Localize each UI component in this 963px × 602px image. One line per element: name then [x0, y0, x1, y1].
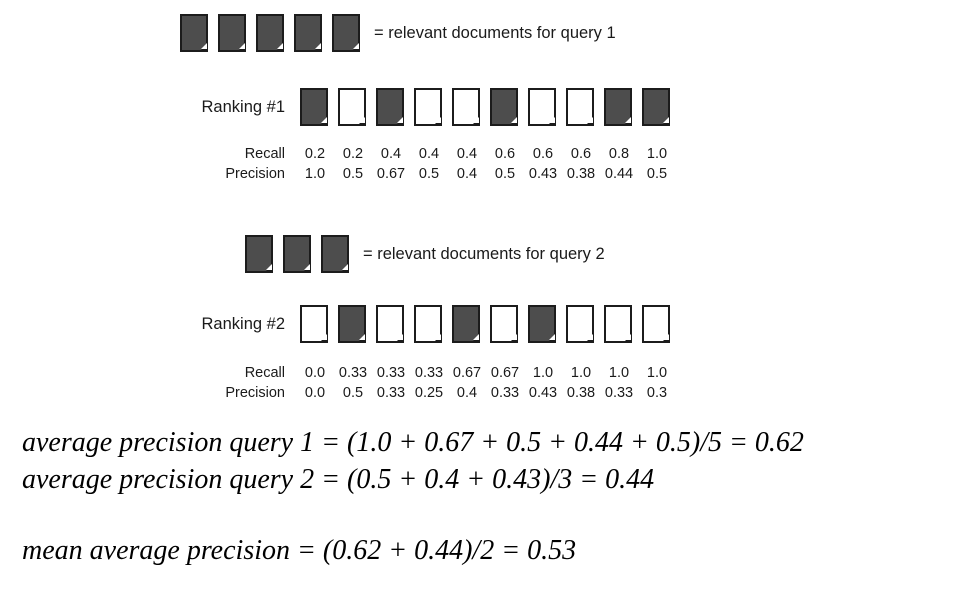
relevant-document-icon	[642, 88, 670, 126]
metric-values-precision-1: 1.0 0.5 0.67 0.5 0.4 0.5 0.43 0.38 0.44 0.5	[296, 166, 676, 182]
ranking-1-documents	[300, 88, 670, 126]
metric-value: 0.38	[566, 385, 596, 401]
metric-value: 0.5	[646, 166, 668, 182]
document-icon	[245, 235, 273, 273]
ranking-1-title: Ranking #1	[201, 98, 285, 116]
legend-query-1-documents	[180, 14, 360, 52]
metric-value: 0.43	[528, 166, 558, 182]
metric-value: 0.2	[304, 146, 326, 162]
metric-value: 0.0	[304, 385, 326, 401]
metric-value: 0.4	[456, 166, 478, 182]
metric-value: 0.6	[532, 146, 554, 162]
metric-row-precision-2: Precision 0.0 0.5 0.33 0.25 0.4 0.33 0.43 0.38 0…	[0, 385, 963, 405]
relevant-document-icon	[528, 305, 556, 343]
metric-value: 1.0	[570, 365, 592, 381]
metric-value: 0.67	[452, 365, 482, 381]
equations-block: average precision query 1 = (1.0 + 0.67 …	[22, 424, 804, 569]
document-icon	[218, 14, 246, 52]
metric-value: 0.6	[570, 146, 592, 162]
relevant-document-icon	[300, 88, 328, 126]
metric-value: 0.5	[342, 166, 364, 182]
metric-label-precision-2: Precision	[225, 385, 285, 401]
metric-values-recall-2: 0.0 0.33 0.33 0.33 0.67 0.67 1.0 1.0 1.0 1.0	[296, 365, 676, 381]
nonrelevant-document-icon	[414, 305, 442, 343]
legend-query-2-documents	[245, 235, 349, 273]
relevant-document-icon	[338, 305, 366, 343]
metric-value: 1.0	[646, 146, 668, 162]
metric-value: 0.3	[646, 385, 668, 401]
legend-query-2-label: = relevant documents for query 2	[363, 244, 605, 263]
legend-query-1: = relevant documents for query 1	[180, 14, 616, 52]
metric-value: 0.33	[376, 365, 406, 381]
document-icon	[256, 14, 284, 52]
metric-value: 0.43	[528, 385, 558, 401]
metric-value: 0.2	[342, 146, 364, 162]
metric-value: 1.0	[608, 365, 630, 381]
document-icon	[321, 235, 349, 273]
relevant-document-icon	[490, 88, 518, 126]
metric-value: 1.0	[646, 365, 668, 381]
nonrelevant-document-icon	[490, 305, 518, 343]
metric-row-recall-1: Recall 0.2 0.2 0.4 0.4 0.4 0.6 0.6 0.6 0.8 1.0	[0, 146, 963, 166]
equation-line-3: mean average precision = (0.62 + 0.44)/2…	[22, 535, 577, 566]
metric-value: 0.33	[376, 385, 406, 401]
nonrelevant-document-icon	[452, 88, 480, 126]
metric-value: 0.33	[490, 385, 520, 401]
metric-label-recall-2: Recall	[244, 365, 285, 381]
relevant-document-icon	[376, 88, 404, 126]
metric-value: 0.25	[414, 385, 444, 401]
ranking-2-title: Ranking #2	[201, 315, 285, 333]
metric-value: 0.8	[608, 146, 630, 162]
nonrelevant-document-icon	[300, 305, 328, 343]
metric-value: 0.4	[418, 146, 440, 162]
legend-query-1-label: = relevant documents for query 1	[374, 23, 616, 42]
document-icon	[180, 14, 208, 52]
metric-row-recall-2: Recall 0.0 0.33 0.33 0.33 0.67 0.67 1.0 1.0 1.0 1…	[0, 365, 963, 385]
nonrelevant-document-icon	[414, 88, 442, 126]
metric-value: 0.4	[380, 146, 402, 162]
metric-value: 0.67	[376, 166, 406, 182]
nonrelevant-document-icon	[376, 305, 404, 343]
ranking-1-metrics: Recall 0.2 0.2 0.4 0.4 0.4 0.6 0.6 0.6 0.8 1.0 Pr…	[0, 146, 963, 186]
metric-value: 0.5	[342, 385, 364, 401]
metric-values-precision-2: 0.0 0.5 0.33 0.25 0.4 0.33 0.43 0.38 0.33 0.3	[296, 385, 676, 401]
nonrelevant-document-icon	[604, 305, 632, 343]
relevant-document-icon	[604, 88, 632, 126]
document-icon	[283, 235, 311, 273]
metric-values-recall-1: 0.2 0.2 0.4 0.4 0.4 0.6 0.6 0.6 0.8 1.0	[296, 146, 676, 162]
metric-value: 0.4	[456, 146, 478, 162]
nonrelevant-document-icon	[642, 305, 670, 343]
metric-value: 0.38	[566, 166, 596, 182]
ranking-2-documents	[300, 305, 670, 343]
metric-value: 0.33	[338, 365, 368, 381]
metric-value: 0.67	[490, 365, 520, 381]
metric-value: 1.0	[304, 166, 326, 182]
metric-value: 0.4	[456, 385, 478, 401]
legend-query-2: = relevant documents for query 2	[245, 235, 605, 273]
metric-label-precision-1: Precision	[225, 166, 285, 182]
nonrelevant-document-icon	[528, 88, 556, 126]
metric-value: 0.5	[494, 166, 516, 182]
equation-line-1: average precision query 1 = (1.0 + 0.67 …	[22, 427, 804, 458]
ranking-2-metrics: Recall 0.0 0.33 0.33 0.33 0.67 0.67 1.0 1.0 1.0 1…	[0, 365, 963, 405]
relevant-document-icon	[452, 305, 480, 343]
metric-value: 0.44	[604, 166, 634, 182]
nonrelevant-document-icon	[566, 88, 594, 126]
metric-row-precision-1: Precision 1.0 0.5 0.67 0.5 0.4 0.5 0.43 0.38 0.4…	[0, 166, 963, 186]
metric-value: 0.5	[418, 166, 440, 182]
metric-value: 0.33	[414, 365, 444, 381]
metric-value: 0.6	[494, 146, 516, 162]
nonrelevant-document-icon	[566, 305, 594, 343]
metric-value: 1.0	[532, 365, 554, 381]
document-icon	[332, 14, 360, 52]
metric-label-recall-1: Recall	[244, 146, 285, 162]
metric-value: 0.33	[604, 385, 634, 401]
document-icon	[294, 14, 322, 52]
metric-value: 0.0	[304, 365, 326, 381]
equation-line-2: average precision query 2 = (0.5 + 0.4 +…	[22, 464, 655, 495]
nonrelevant-document-icon	[338, 88, 366, 126]
